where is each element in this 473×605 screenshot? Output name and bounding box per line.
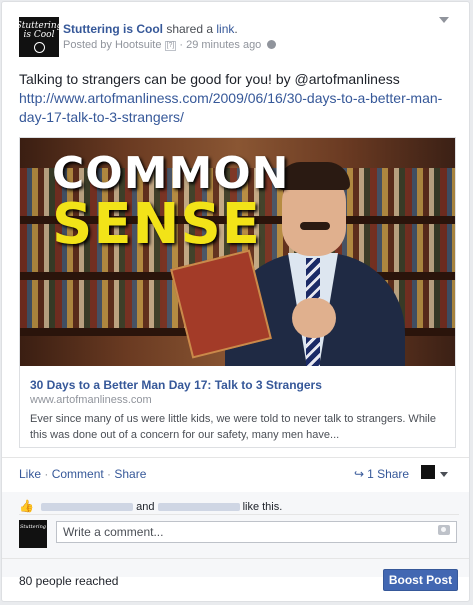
separator: ·	[41, 467, 52, 481]
share-arrow-icon: ↪	[354, 467, 365, 481]
globe-icon[interactable]	[267, 40, 277, 49]
link-domain: www.artofmanliness.com	[30, 394, 152, 406]
likes-and: and	[136, 501, 155, 513]
help-mark[interactable]: [?]	[164, 41, 177, 51]
separator: ·	[103, 467, 115, 481]
link-preview[interactable]: COMMON SENSE 30 Days to a Better Man Day…	[19, 137, 456, 448]
share-count-label: 1 Share	[367, 467, 410, 481]
posted-by[interactable]: Posted by Hootsuite	[63, 39, 161, 51]
commenter-avatar[interactable]: Stuttering	[19, 520, 47, 548]
shared-period: .	[234, 22, 238, 36]
share-count[interactable]: ↪ 1 Share	[354, 467, 409, 481]
post-meta: Posted by Hootsuite [?] · 29 minutes ago	[63, 39, 277, 51]
page-name-link[interactable]: Stuttering is Cool	[63, 22, 163, 36]
avatar-logo-icon	[33, 41, 45, 53]
post-message: Talking to strangers can be good for you…	[19, 70, 459, 127]
post-header: Stuttering is Cool Stuttering is Cool sh…	[16, 17, 449, 59]
liker-name-redacted[interactable]	[157, 503, 240, 512]
camera-icon[interactable]	[438, 525, 450, 535]
page-avatar[interactable]: Stuttering is Cool	[16, 17, 62, 57]
comment-input[interactable]	[56, 521, 457, 543]
likes-suffix: like this.	[242, 501, 283, 513]
commenter-avatar-text: Stuttering	[19, 524, 47, 530]
shared-link-word[interactable]: link	[216, 22, 234, 36]
reach-count[interactable]: 80 people reached	[19, 574, 118, 588]
share-link[interactable]: Share	[114, 467, 146, 481]
link-title[interactable]: 30 Days to a Better Man Day 17: Talk to …	[30, 378, 322, 392]
message-link[interactable]: http://www.artofmanliness.com/2009/06/16…	[19, 89, 459, 127]
boost-post-button[interactable]: Boost Post	[383, 569, 458, 591]
divider	[19, 514, 459, 515]
chevron-down-icon[interactable]	[440, 472, 448, 477]
image-headline-sense: SENSE	[52, 192, 262, 257]
post-time[interactable]: · 29 minutes ago	[176, 39, 261, 51]
man-mustache	[300, 222, 330, 230]
like-thumb-icon: 👍	[19, 499, 34, 513]
avatar-text-2: is Cool	[23, 29, 55, 40]
message-text: Talking to strangers can be good for you…	[19, 71, 400, 87]
divider	[2, 558, 469, 559]
author-line: Stuttering is Cool shared a link.	[63, 22, 238, 36]
shared-text: shared a	[163, 22, 217, 36]
dropdown-caret-icon[interactable]	[439, 17, 449, 23]
like-link[interactable]: Like	[19, 467, 41, 481]
action-bar: Like · Comment · Share	[19, 467, 146, 481]
link-description: Ever since many of us were little kids, …	[30, 413, 436, 441]
comment-link[interactable]: Comment	[52, 467, 104, 481]
likes-summary: 👍 and like this.	[19, 499, 282, 513]
man-hand	[292, 298, 336, 338]
divider	[2, 457, 469, 458]
link-preview-image[interactable]: COMMON SENSE	[20, 138, 455, 366]
liker-name-redacted[interactable]	[41, 503, 134, 512]
post-as-avatar[interactable]	[421, 465, 435, 479]
post-card: Stuttering is Cool Stuttering is Cool sh…	[1, 1, 470, 602]
